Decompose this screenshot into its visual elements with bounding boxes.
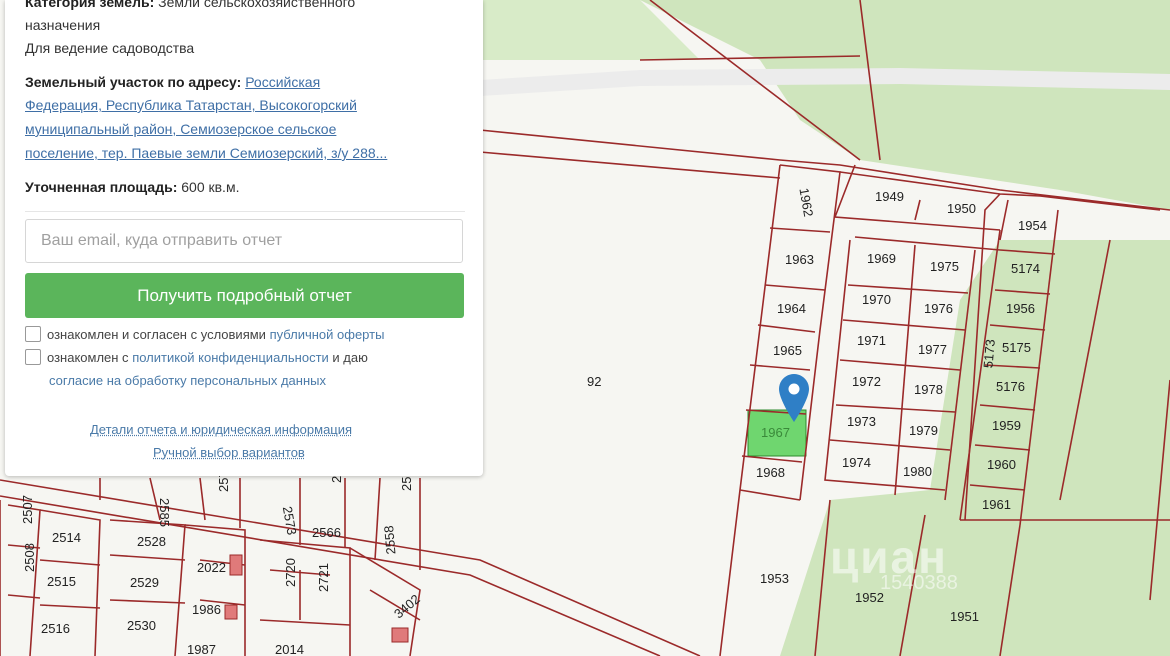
parcel-label: 2558 — [381, 525, 398, 555]
parcel-label: 1978 — [914, 382, 943, 397]
parcel-label: 1969 — [867, 251, 896, 266]
parcel-label: 5175 — [1002, 340, 1031, 355]
parcel-label: 1979 — [909, 423, 938, 438]
parcel-label: 1972 — [852, 374, 881, 389]
address-link-4[interactable]: поселение, тер. Паевые земли Семиозерски… — [25, 145, 387, 161]
public-offer-link[interactable]: публичной оферты — [270, 327, 385, 342]
parcel-label: 1962 — [796, 187, 816, 218]
privacy-policy-link[interactable]: политикой конфиденциальности — [132, 350, 329, 365]
parcel-label: 1951 — [950, 609, 979, 624]
privacy-consent-text-2: и даю — [332, 350, 368, 365]
address-link-2[interactable]: Федерация, Республика Татарстан, Высоког… — [25, 97, 357, 113]
parcel-label: 1956 — [1006, 301, 1035, 316]
category-value-2: назначения — [25, 17, 101, 33]
parcel-label: 2014 — [275, 642, 304, 656]
parcel-info-panel: Категория земель: Земли сельскохозяйстве… — [5, 0, 483, 476]
address-link-1[interactable]: Российская — [245, 74, 320, 90]
parcel-label: 2530 — [127, 618, 156, 633]
address-line-4: поселение, тер. Паевые земли Семиозерски… — [25, 142, 387, 165]
parcel-label: 2566 — [312, 525, 341, 540]
parcel-label: 1961 — [982, 497, 1011, 512]
area-label: Уточненная площадь: — [25, 179, 178, 195]
area-row: Уточненная площадь: 600 кв.м. — [25, 176, 239, 199]
parcel-label: 2514 — [52, 530, 81, 545]
parcel-label: 1974 — [842, 455, 871, 470]
parcel-label: 1959 — [992, 418, 1021, 433]
address-label: Земельный участок по адресу: — [25, 74, 242, 90]
report-details-link[interactable]: Детали отчета и юридическая информация — [90, 422, 352, 437]
category-label: Категория земель: — [25, 0, 155, 10]
parcel-label: 5174 — [1011, 261, 1040, 276]
offer-consent-checkbox[interactable] — [25, 326, 41, 342]
parcel-label: 1987 — [187, 642, 216, 656]
parcel-label: 2585 — [157, 498, 172, 527]
parcel-label: 92 — [587, 374, 601, 389]
parcel-label: 1986 — [192, 602, 221, 617]
divider — [25, 211, 465, 212]
parcel-label: 1953 — [760, 571, 789, 586]
parcel-label: 2721 — [316, 563, 331, 592]
parcel-label: 2516 — [41, 621, 70, 636]
parcel-label: 2515 — [47, 574, 76, 589]
parcel-label: 1960 — [987, 457, 1016, 472]
address-line-2: Федерация, Республика Татарстан, Высоког… — [25, 94, 357, 117]
privacy-consent-text: ознакомлен с — [47, 350, 129, 365]
data-consent-row: согласие на обработку персональных данны… — [49, 370, 326, 392]
parcel-label: 2508 — [22, 543, 37, 572]
parcel-label: 1949 — [875, 189, 904, 204]
parcel-label: 3402 — [391, 591, 423, 621]
area-value: 600 кв.м. — [181, 179, 240, 195]
parcel-label: 1950 — [947, 201, 976, 216]
parcel-label: 1976 — [924, 301, 953, 316]
parcel-label: 1970 — [862, 292, 891, 307]
parcel-label: 1975 — [930, 259, 959, 274]
parcel-label: 1965 — [773, 343, 802, 358]
land-usage: Для ведение садоводства — [25, 40, 195, 56]
parcel-label: 5173 — [980, 339, 997, 369]
parcel-label: 1963 — [785, 252, 814, 267]
get-report-button[interactable]: Получить подробный отчет — [25, 273, 464, 318]
parcel-label: 1968 — [756, 465, 785, 480]
parcel-label: 1977 — [918, 342, 947, 357]
parcel-label: 1980 — [903, 464, 932, 479]
parcel-label: 1967 — [761, 425, 790, 440]
address-link-3[interactable]: муниципальный район, Семиозерское сельск… — [25, 121, 336, 137]
category-row: Категория земель: Земли сельскохозяйстве… — [25, 0, 465, 14]
offer-consent-text: ознакомлен и согласен с условиями — [47, 327, 266, 342]
offer-consent-row: ознакомлен и согласен с условиями публич… — [25, 324, 384, 346]
parcel-label: 1971 — [857, 333, 886, 348]
data-processing-consent-link[interactable]: согласие на обработку персональных данны… — [49, 373, 326, 388]
parcel-label: 1973 — [847, 414, 876, 429]
parcel-label: 1964 — [777, 301, 806, 316]
parcel-label: 2507 — [20, 495, 35, 524]
privacy-consent-row: ознакомлен с политикой конфиденциальност… — [25, 347, 465, 369]
category-value: Земли сельскохозяйственного — [158, 0, 356, 10]
parcel-label: 2573 — [280, 505, 300, 536]
manual-selection-link[interactable]: Ручной выбор вариантов — [153, 445, 305, 460]
privacy-consent-checkbox[interactable] — [25, 349, 41, 365]
email-input[interactable] — [25, 219, 463, 263]
parcel-label: 2022 — [197, 560, 226, 575]
parcel-label: 2528 — [137, 534, 166, 549]
location-pin-icon[interactable] — [779, 374, 809, 422]
parcel-label: 5176 — [996, 379, 1025, 394]
watermark-number: 1540388 — [880, 572, 958, 594]
parcel-label: 1954 — [1018, 218, 1047, 233]
parcel-label: 2720 — [283, 558, 298, 587]
address-row: Земельный участок по адресу: Российская — [25, 71, 465, 94]
address-line-3: муниципальный район, Семиозерское сельск… — [25, 118, 336, 141]
parcel-label: 2529 — [130, 575, 159, 590]
